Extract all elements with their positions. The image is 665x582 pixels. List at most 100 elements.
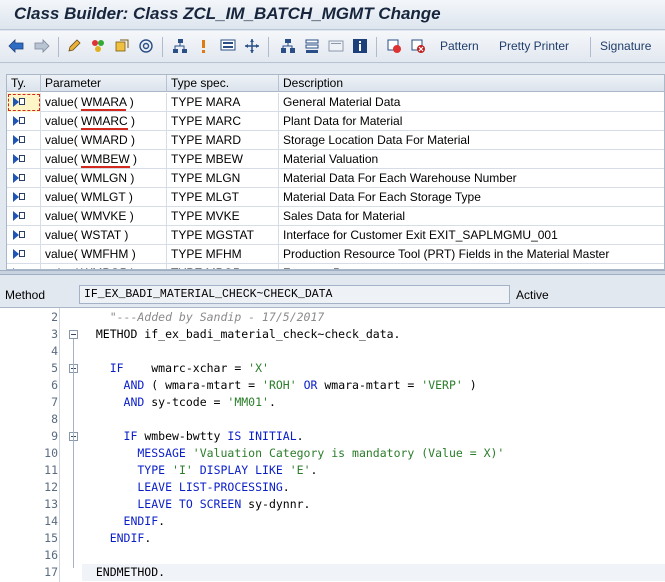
stack-icon[interactable] — [304, 38, 320, 54]
description-cell[interactable]: General Material Data — [279, 93, 664, 112]
type-spec-cell[interactable]: TYPE MARC — [167, 112, 279, 131]
parameter-type-cell[interactable] — [7, 93, 41, 112]
type-spec-cell[interactable]: TYPE MFHM — [167, 245, 279, 264]
forward-arrow-icon[interactable] — [34, 38, 50, 54]
type-spec-cell[interactable]: TYPE MGSTAT — [167, 226, 279, 245]
table-row[interactable]: value( WSTAT ) TYPE MGSTAT Interface for C… — [7, 226, 664, 245]
pattern-button[interactable]: Pattern — [440, 39, 479, 53]
toolbar-separator — [590, 37, 591, 57]
type-spec-cell[interactable]: TYPE MBEW — [167, 150, 279, 169]
code-token: DISPLAY LIKE — [192, 463, 283, 477]
line-number: 13 — [44, 497, 58, 511]
display-icon[interactable] — [220, 38, 236, 54]
code-line[interactable]: "---Added by Sandip - 17/5/2017 — [82, 309, 325, 326]
parameter-type-cell[interactable] — [7, 150, 41, 169]
parameter-type-cell[interactable] — [7, 207, 41, 226]
table-row[interactable]: value( WMARD ) TYPE MARD Storage Location … — [7, 131, 664, 150]
table-row[interactable]: value( WMFHM ) TYPE MFHM Production Resour… — [7, 245, 664, 264]
importing-parameter-icon — [11, 191, 27, 203]
description-cell[interactable]: Interface for Customer Exit EXIT_SAPLMGM… — [279, 226, 664, 245]
object-list-icon[interactable] — [138, 38, 154, 54]
where-used-icon[interactable] — [280, 38, 296, 54]
code-line[interactable]: ENDIF. — [82, 530, 152, 547]
table-row[interactable]: value( WMVKE ) TYPE MVKE Sales Data for Ma… — [7, 207, 664, 226]
parameter-type-cell[interactable] — [7, 245, 41, 264]
parameter-name-cell[interactable]: value( WMFHM ) — [41, 245, 167, 264]
table-row[interactable]: value( WMARA ) TYPE MARA General Material … — [7, 93, 664, 112]
code-line[interactable]: ENDMETHOD. — [82, 564, 165, 581]
cut-icon[interactable] — [410, 38, 426, 54]
code-line[interactable]: MESSAGE 'Valuation Category is mandatory… — [82, 445, 504, 462]
description-cell[interactable]: Material Data For Each Storage Type — [279, 188, 664, 207]
method-name-field[interactable]: IF_EX_BADI_MATERIAL_CHECK~CHECK_DATA — [79, 285, 510, 304]
activate-icon[interactable] — [90, 38, 106, 54]
code-line[interactable]: AND ( wmara-mtart = 'ROH' OR wmara-mtart… — [82, 377, 477, 394]
parameter-type-cell[interactable] — [7, 169, 41, 188]
table-row[interactable]: value( WMBEW ) TYPE MBEW Material Valuatio… — [7, 150, 664, 169]
method-status: Active — [516, 288, 549, 302]
description-cell[interactable]: Production Resource Tool (PRT) Fields in… — [279, 245, 664, 264]
importing-parameter-icon — [11, 153, 27, 165]
code-line[interactable]: AND sy-tcode = 'MM01'. — [82, 394, 276, 411]
code-token: . — [144, 531, 152, 545]
table-row[interactable]: value( WMARC ) TYPE MARC Plant Data for Ma… — [7, 112, 664, 131]
code-line[interactable]: LEAVE LIST-PROCESSING. — [82, 479, 289, 496]
navigate-icon[interactable] — [244, 38, 260, 54]
back-arrow-icon[interactable] — [8, 38, 24, 54]
type-spec-cell[interactable]: TYPE MLGT — [167, 188, 279, 207]
description-cell[interactable]: Material Data For Each Warehouse Number — [279, 169, 664, 188]
parameter-name-cell[interactable]: value( WSTAT ) — [41, 226, 167, 245]
parameter-name-cell[interactable]: value( WMLGN ) — [41, 169, 167, 188]
parameter-type-cell[interactable] — [7, 131, 41, 150]
type-spec-cell[interactable]: TYPE MVKE — [167, 207, 279, 226]
table-row[interactable]: value( WMLGN ) TYPE MLGN Material Data For… — [7, 169, 664, 188]
code-line[interactable]: LEAVE TO SCREEN sy-dynnr. — [82, 496, 310, 513]
signature-button[interactable]: Signature — [600, 39, 651, 53]
parameter-close: ) — [129, 95, 134, 109]
parameter-name-cell[interactable]: value( WMARC ) — [41, 112, 167, 131]
description-cell[interactable]: Material Valuation — [279, 150, 664, 169]
line-number: 3 — [51, 327, 58, 341]
edit-pencil-icon[interactable] — [66, 38, 82, 54]
code-token: 'X' — [248, 361, 269, 375]
description-cell[interactable]: Plant Data for Material — [279, 112, 664, 131]
code-line[interactable]: TYPE 'I' DISPLAY LIKE 'E'. — [82, 462, 317, 479]
code-line[interactable]: IF wmarc-xchar = 'X' — [82, 360, 269, 377]
info-icon[interactable] — [196, 38, 212, 54]
code-line[interactable]: ENDIF. — [82, 513, 166, 530]
column-header-type-spec[interactable]: Type spec. — [167, 75, 279, 92]
column-header-parameter[interactable]: Parameter — [41, 75, 167, 92]
code-line[interactable]: IF wmbew-bwtty IS INITIAL. — [82, 428, 304, 445]
parameter-name-cell[interactable]: value( WMARA ) — [41, 93, 167, 112]
parameter-type-cell[interactable] — [7, 188, 41, 207]
code-editor[interactable]: 2 3 4 5 6 7 8 9 10 11 12 13 14 15 16 17 "---Added by Sa… — [0, 307, 665, 582]
parameter-close: ) — [131, 114, 136, 128]
current-line-highlight — [82, 564, 665, 581]
pretty-printer-button[interactable]: Pretty Printer — [499, 39, 569, 53]
layout-icon[interactable] — [328, 38, 344, 54]
column-header-type[interactable]: Ty. — [7, 75, 41, 92]
description-cell[interactable]: Storage Location Data For Material — [279, 131, 664, 150]
type-spec-cell[interactable]: TYPE MARD — [167, 131, 279, 150]
hierarchy-icon[interactable] — [172, 38, 188, 54]
code-area[interactable]: "---Added by Sandip - 17/5/2017 METHOD i… — [82, 308, 665, 582]
type-spec-cell[interactable]: TYPE MARA — [167, 93, 279, 112]
importing-parameter-icon — [11, 96, 27, 108]
parameter-name-cell[interactable]: value( WMARD ) — [41, 131, 167, 150]
parameter-name-cell[interactable]: value( WMVKE ) — [41, 207, 167, 226]
parameter-type-cell[interactable] — [7, 226, 41, 245]
insert-icon[interactable] — [386, 38, 402, 54]
parameter-type-cell[interactable] — [7, 112, 41, 131]
parameter-name: WMFHM — [81, 247, 129, 261]
code-token: "---Added by Sandip - 17/5/2017 — [82, 310, 325, 324]
type-spec-cell[interactable]: TYPE MLGN — [167, 169, 279, 188]
table-row[interactable]: value( WMLGT ) TYPE MLGT Material Data For… — [7, 188, 664, 207]
fold-toggle-icon[interactable] — [69, 330, 78, 339]
check-icon[interactable] — [114, 38, 130, 54]
info-box-icon[interactable] — [352, 38, 368, 54]
column-header-description[interactable]: Description — [279, 75, 664, 92]
description-cell[interactable]: Sales Data for Material — [279, 207, 664, 226]
code-line[interactable]: METHOD if_ex_badi_material_check~check_d… — [82, 326, 401, 343]
parameter-name-cell[interactable]: value( WMLGT ) — [41, 188, 167, 207]
parameter-name-cell[interactable]: value( WMBEW ) — [41, 150, 167, 169]
